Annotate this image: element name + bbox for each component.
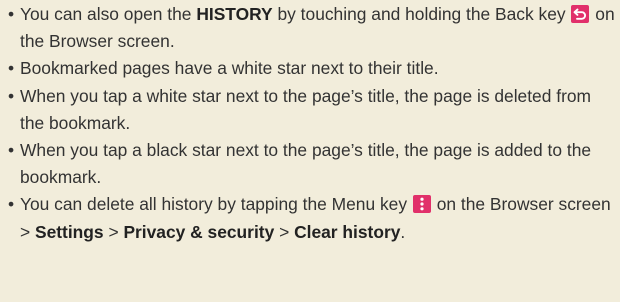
notes-list: You can also open the HISTORY by touchin… (0, 1, 620, 246)
back-key-icon (571, 5, 590, 23)
note-tap-black-star: When you tap a black star next to the pa… (8, 137, 620, 191)
note-white-star: Bookmarked pages have a white star next … (8, 55, 620, 82)
note-clear-history: You can delete all history by tapping th… (8, 191, 620, 245)
note-text: You can delete all history by tapping th… (20, 194, 412, 215)
note-text: > (274, 221, 295, 242)
note-tap-white-star: When you tap a white star next to the pa… (8, 83, 620, 137)
clear-history-label: Clear history (294, 221, 401, 242)
privacy-security-label: Privacy & security (123, 221, 275, 242)
note-text: You can also open the (20, 4, 197, 24)
history-notes: You can also open the HISTORY by touchin… (0, 0, 620, 302)
history-label: HISTORY (196, 4, 273, 24)
note-text: by touching and holding the Back key (272, 4, 571, 24)
note-text: . (400, 221, 406, 242)
menu-key-icon (412, 195, 431, 214)
settings-label: Settings (35, 221, 104, 242)
note-history-back-key: You can also open the HISTORY by touchin… (8, 1, 620, 55)
note-text: > (103, 221, 124, 242)
